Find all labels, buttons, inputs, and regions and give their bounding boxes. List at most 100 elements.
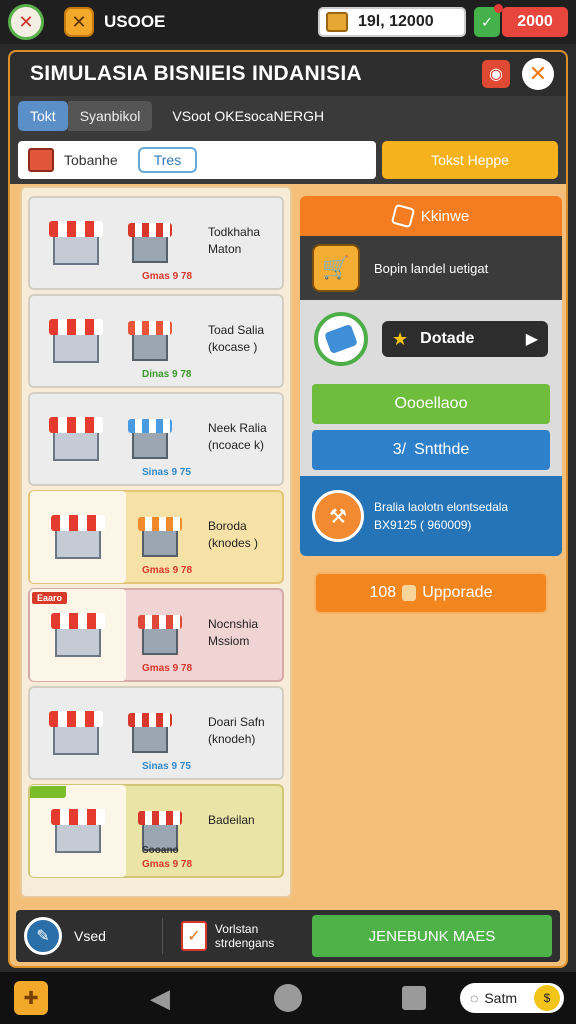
green-button-wrap: Oooellaoo: [300, 378, 562, 430]
business-panel: SIMULASIA BISNIEIS INDANISIA ◉ ✕ Tokt Sy…: [8, 50, 568, 968]
home-icon[interactable]: [274, 984, 302, 1012]
blue-prefix: 3/: [392, 441, 407, 458]
app-icon[interactable]: ✚: [14, 981, 48, 1015]
shop-illustration: [30, 491, 126, 583]
upgrade-button[interactable]: 108 Upporade: [314, 572, 548, 614]
small-stall-icon: [138, 615, 182, 655]
info-card: ⚒ Bralia laolotn elontsedala BX9125 ( 96…: [300, 476, 562, 556]
gem-plus-icon[interactable]: ✓: [474, 4, 503, 37]
recents-icon[interactable]: [402, 986, 426, 1010]
player-name: USOOE: [104, 12, 166, 31]
small-stall-icon: [128, 321, 172, 361]
detail-info-row: 🛒 Bopin landel uetigat: [300, 236, 562, 300]
shop-price: Gmas 9 78: [142, 663, 193, 674]
shop-name: Boroda (knodes ): [208, 519, 259, 550]
info-line-2: BX9125 ( 960009): [374, 518, 472, 532]
shop-list[interactable]: Todkhaha Maton Gmas 9 78 Toad Salia (kocas…: [20, 186, 292, 898]
filter-label: Tobanhe: [64, 152, 118, 168]
shop-name: Toad Salia (kocase ): [208, 323, 265, 354]
top-status-bar: ✕ ✕ USOOE 19l, 12000 ✓ 2000: [0, 0, 576, 44]
filter-chip[interactable]: Tres: [137, 147, 198, 173]
close-button[interactable]: ✕: [522, 58, 554, 90]
info-line-1: Bralia laolotn elontsedala: [374, 500, 509, 514]
boost-icon[interactable]: [314, 312, 368, 366]
tag-icon[interactable]: ✎: [24, 917, 62, 955]
shop-price: Gmas 9 78: [142, 565, 193, 576]
shop-item[interactable]: Neek Ralia (ncoace k) Sinas 9 75: [28, 392, 284, 486]
avatar-icon[interactable]: ✕: [8, 4, 44, 40]
detail-header: Kkinwe: [300, 196, 562, 236]
tab-vsoot[interactable]: VSoot OKEsocaNERGH: [160, 101, 336, 131]
market-stall-icon: [51, 613, 105, 657]
shop-price: Dinas 9 78: [142, 369, 192, 380]
page-title: SIMULASIA BISNIEIS INDANISIA: [30, 62, 362, 85]
market-stall-icon: [49, 319, 103, 363]
shop-illustration: [36, 301, 116, 381]
shop-badge: Eaaro: [32, 592, 68, 604]
shop-price: Sinas 9 75: [142, 761, 191, 772]
filter-button[interactable]: Tokst Heppe: [382, 141, 558, 179]
decade-button[interactable]: ★ Dotade ▶: [382, 321, 548, 357]
shop-item[interactable]: Boroda (knodes ) Gmas 9 78: [28, 490, 284, 584]
new-ribbon-icon: [30, 786, 66, 798]
money-value: 19l, 12000: [358, 13, 434, 30]
system-nav-bar: ✚ ◀ ◌ Satm $: [0, 972, 576, 1024]
shop-cart-icon: 🛒: [312, 244, 360, 292]
small-stall-icon: [128, 419, 172, 459]
tabs-row: Tokt Syanbikol VSoot OKEsocaNERGH: [10, 96, 566, 136]
shop-price: Sinas 9 75: [142, 467, 191, 478]
small-stall-icon: [128, 713, 172, 753]
filter-box[interactable]: Tobanhe Tres: [18, 141, 376, 179]
upgrade-cost: 108: [369, 584, 397, 601]
shop-item[interactable]: Todkhaha Maton Gmas 9 78: [28, 196, 284, 290]
sntthde-button[interactable]: 3/ Sntthde: [312, 430, 550, 470]
market-stall-icon: [51, 809, 105, 853]
upgrade-label: Upporade: [422, 584, 493, 601]
play-icon: ▶: [525, 331, 538, 348]
target-icon[interactable]: ◉: [482, 60, 510, 88]
shop-item[interactable]: Badeilan Sooano Gmas 9 78: [28, 784, 284, 878]
money-display[interactable]: 19l, 12000: [318, 7, 466, 37]
tools-icon: ⚒: [312, 490, 364, 542]
go-button[interactable]: JENEBUNK MAES: [312, 915, 552, 957]
blue-label: Sntthde: [414, 441, 470, 458]
shop-price: Gmas 9 78: [142, 859, 193, 870]
filter-row: Tobanhe Tres Tokst Heppe: [10, 136, 566, 184]
tab-syanbikol[interactable]: Syanbikol: [67, 101, 153, 131]
coin-icon: $: [534, 985, 560, 1011]
back-icon[interactable]: ◀: [150, 983, 170, 1014]
save-chip[interactable]: ◌ Satm $: [460, 983, 564, 1013]
swords-icon[interactable]: ✕: [64, 7, 94, 37]
coin-icon: [402, 585, 417, 601]
tab-tokt[interactable]: Tokt: [18, 101, 68, 131]
bottom-mid-line-2: strdengans: [214, 936, 275, 950]
shop-detail-panel: Kkinwe 🛒 Bopin landel uetigat ★ Dotade ▶…: [300, 196, 562, 614]
shop-icon: [28, 148, 54, 172]
shop-item[interactable]: Toad Salia (kocase ) Dinas 9 78: [28, 294, 284, 388]
shop-price: Gmas 9 78: [142, 271, 193, 282]
detail-description: Bopin landel uetigat: [374, 260, 489, 276]
shop-illustration: [36, 693, 116, 773]
blue-button-wrap: 3/ Sntthde: [300, 430, 562, 476]
bottom-mid-line-1: Vorlstan: [214, 922, 259, 936]
market-stall-icon: [49, 221, 103, 265]
chat-icon: ◌: [470, 990, 479, 1006]
gems-value[interactable]: 2000: [502, 7, 568, 37]
shop-item[interactable]: Eaaro Nocnshia Mssiom Gmas 9 78: [28, 588, 284, 682]
market-stall-icon: [49, 417, 103, 461]
bottom-action-bar: ✎ Vsed ✓ Vorlstan strdengans JENEBUNK MA…: [16, 910, 560, 962]
shop-item[interactable]: Doari Safn (knodeh) Sinas 9 75: [28, 686, 284, 780]
decade-row: ★ Dotade ▶: [300, 300, 562, 378]
shop-name: Nocnshia Mssiom: [208, 617, 259, 648]
small-stall-icon: [128, 223, 172, 263]
bottom-left-label[interactable]: Vsed: [74, 928, 106, 944]
shop-name: Neek Ralia (ncoace k): [208, 421, 267, 452]
detail-header-label: Kkinwe: [420, 207, 470, 225]
checklist-icon[interactable]: ✓: [180, 921, 207, 951]
shop-illustration: [36, 203, 116, 283]
title-bar: SIMULASIA BISNIEIS INDANISIA ◉ ✕: [10, 52, 566, 96]
oooellaoo-button[interactable]: Oooellaoo: [312, 384, 550, 424]
market-stall-icon: [51, 515, 105, 559]
shop-illustration: [30, 785, 126, 877]
hexagon-icon: [390, 203, 416, 229]
